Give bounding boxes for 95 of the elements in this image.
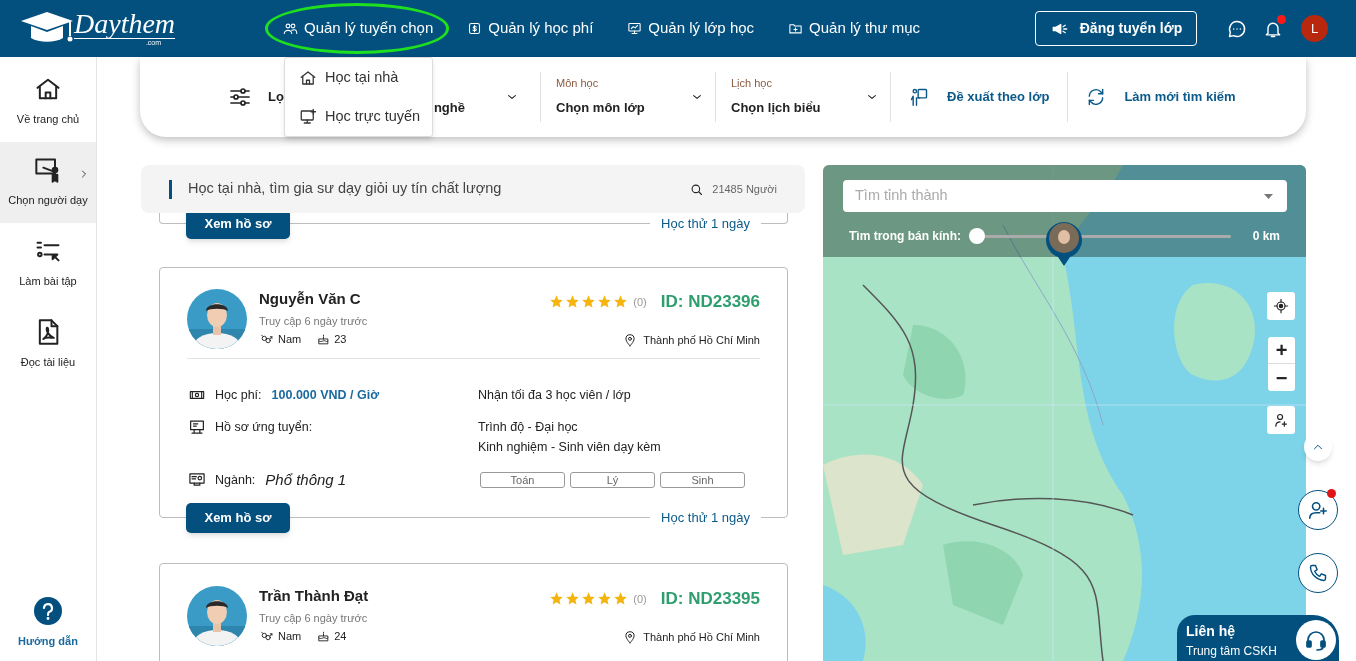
search-text: Học tại nhà, tìm gia sư dạy giỏi uy tín chất lượng (188, 179, 502, 199)
teacher-board-icon (909, 87, 929, 107)
profile-detail: Kinh nghiệm - Sinh viên dạy kèm (478, 439, 662, 455)
star-icon (549, 591, 565, 607)
add-user-icon (1272, 411, 1290, 429)
location: Thành phố Hồ Chí Minh (643, 629, 760, 645)
age: 24 (334, 629, 347, 643)
zoom-in-button[interactable]: + (1268, 337, 1295, 364)
user-avatar[interactable]: L (1301, 15, 1328, 42)
fee-value: 100.000 VND / Giờ (271, 387, 380, 403)
locate-icon (1273, 298, 1289, 314)
menu-item[interactable]: Học tại nhà (285, 58, 432, 97)
review-count: (0) (633, 294, 647, 310)
sidebar-item[interactable]: Đọc tài liệu (0, 304, 96, 385)
tutor-id: ID: ND23396 (660, 291, 760, 313)
cake-icon (317, 332, 331, 346)
people-icon (283, 21, 298, 36)
subject-tag: Lý (570, 471, 655, 488)
star-icon (565, 591, 581, 607)
star-icon (581, 591, 597, 607)
sidebar-item[interactable]: Chọn người dạy (0, 142, 96, 223)
tutor-id: ID: ND23395 (660, 588, 760, 610)
headset-icon (1304, 628, 1328, 652)
phone-icon (1308, 563, 1328, 583)
add-user-icon (1307, 499, 1329, 521)
certificate-icon (187, 471, 207, 488)
capacity-text: Nhận tối đa 3 học viên / lớp (478, 387, 632, 403)
computer-icon (187, 419, 207, 436)
money-icon (467, 21, 483, 36)
field-label: Ngành: (215, 471, 256, 488)
gender: Nam (278, 332, 302, 346)
star-icon (613, 294, 629, 310)
help-icon (34, 596, 62, 625)
gender: Nam (278, 629, 302, 643)
last-seen: Truy cập 6 ngày trước (259, 611, 369, 625)
search-bar[interactable]: Học tại nhà, tìm gia sư dạy giỏi uy tín chất lượng 21485 Người (141, 165, 805, 213)
subject-tag: Toán (480, 471, 565, 488)
profile-label: Hồ sơ ứng tuyển: (215, 419, 313, 435)
radius-value: 0 km (1252, 228, 1280, 245)
location: Thành phố Hồ Chí Minh (643, 332, 760, 348)
filter-icon (228, 85, 252, 109)
nav-link[interactable]: Quản lý thư mục (788, 17, 920, 40)
sidebar-item[interactable]: Làm bài tập (0, 223, 96, 304)
chat-icon (1227, 18, 1247, 39)
result-count: 21485 Người (712, 181, 777, 197)
notification-button[interactable] (1263, 18, 1283, 39)
location-icon (623, 629, 638, 644)
menu-item[interactable]: Học trực tuyến (285, 97, 432, 136)
filter-select[interactable]: Môn học Chọn môn lớp (541, 76, 715, 118)
review-count: (0) (633, 591, 647, 607)
folder-icon (788, 21, 804, 36)
age: 23 (334, 332, 347, 346)
presentation-icon (627, 21, 643, 36)
tutor-name: Nguyễn Văn C (259, 290, 362, 308)
gender-icon (259, 332, 274, 346)
radius-label: Tìm trong bán kính: (849, 228, 961, 245)
dropdown-triangle-icon (1264, 193, 1273, 199)
cake-icon (317, 629, 331, 643)
star-icon (597, 294, 613, 310)
nav-link[interactable]: Quản lý lớp học (627, 17, 755, 40)
subject-tag: Sinh (660, 471, 745, 488)
zoom-out-button[interactable]: − (1268, 364, 1295, 391)
locate-button[interactable] (1267, 292, 1295, 320)
add-person-button[interactable] (1267, 406, 1295, 434)
field-value: Phổ thông 1 (265, 471, 347, 488)
star-icon (581, 294, 597, 310)
logo-text: Daythem (74, 10, 176, 39)
contact-subtitle: Trung tâm CSKH (1186, 642, 1277, 660)
sidebar-item[interactable]: Về trang chủ (0, 61, 96, 142)
map-marker-icon (1045, 220, 1083, 266)
nav-link[interactable]: Quản lý học phí (467, 17, 594, 40)
star-icon (549, 294, 565, 310)
filter-value: nghề (433, 99, 465, 118)
gender-icon (259, 629, 274, 643)
contact-title: Liên hệ (1186, 621, 1236, 641)
nav-link[interactable]: Quản lý tuyển chọn (283, 17, 434, 40)
call-button[interactable] (1298, 553, 1338, 593)
monitor-icon (299, 107, 317, 126)
post-class-button[interactable]: Đăng tuyển lớp (1035, 11, 1197, 46)
contact-widget[interactable]: Liên hệ Trung tâm CSKH (1177, 615, 1339, 661)
help-link[interactable]: Hướng dẫn (0, 596, 96, 649)
view-profile-button[interactable]: Xem hồ sơ (186, 503, 290, 533)
fee-label: Học phí: (215, 387, 262, 403)
last-seen: Truy cập 6 ngày trước (259, 314, 368, 328)
star-icon (613, 591, 629, 607)
star-icon (565, 294, 581, 310)
filter-select[interactable]: Lịch học Chọn lịch biểu (716, 76, 890, 118)
tutor-name: Trần Thành Đạt (259, 587, 369, 605)
location-icon (623, 332, 638, 347)
profile-detail: Trình độ - Đại học (478, 419, 579, 435)
filter-action[interactable]: Đề xuất theo lớp (891, 87, 1068, 107)
add-user-button[interactable] (1298, 490, 1338, 530)
filter-label: Lọ (268, 88, 284, 107)
filter-action[interactable]: Làm mới tìm kiếm (1068, 87, 1254, 107)
star-icon (597, 591, 613, 607)
